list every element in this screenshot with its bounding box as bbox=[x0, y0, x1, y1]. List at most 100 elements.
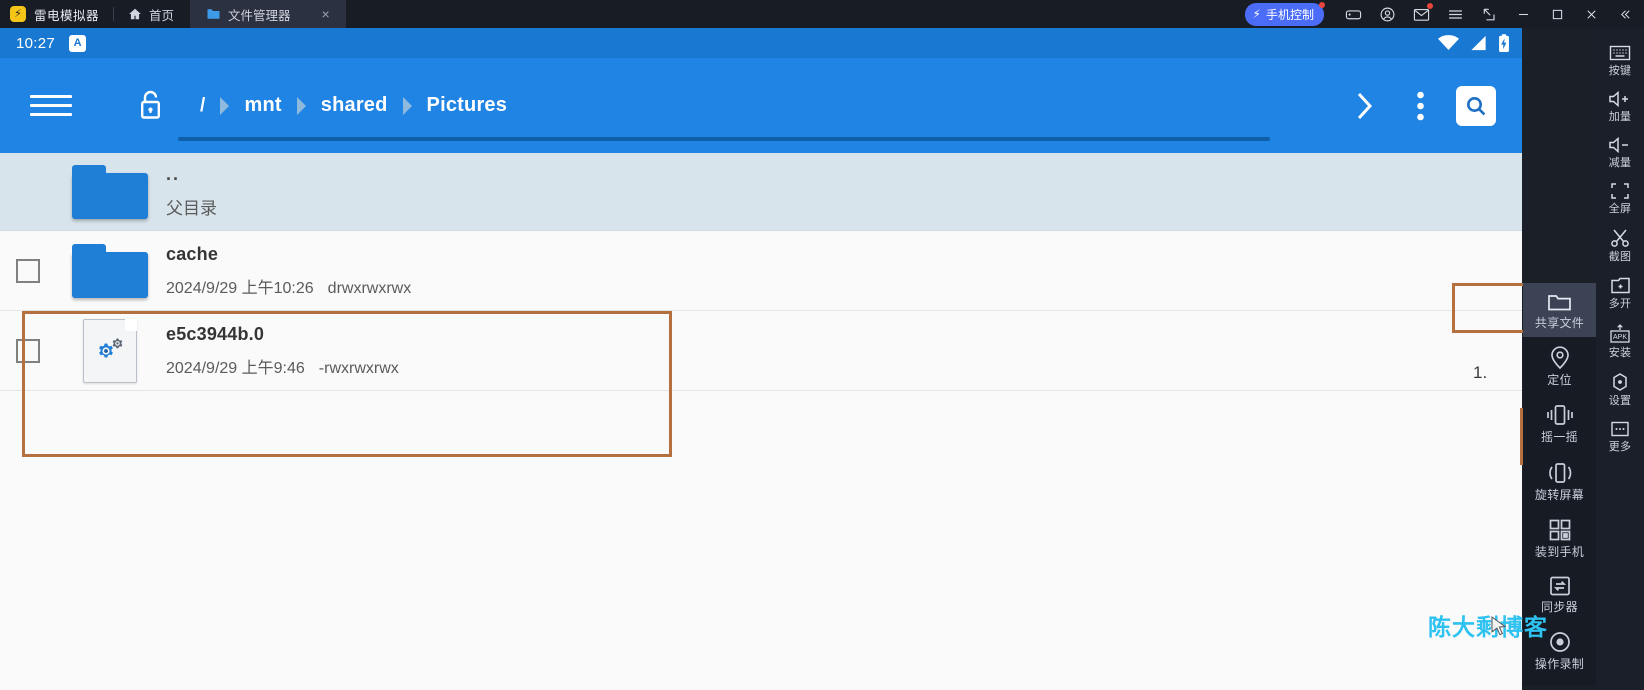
parent-dir-meta: .. 父目录 bbox=[164, 164, 1522, 219]
sidebar-item-keys[interactable]: 按键 bbox=[1596, 38, 1644, 82]
folder-icon bbox=[56, 164, 164, 219]
brand-name: 雷电模拟器 bbox=[34, 8, 100, 23]
more-vertical-icon[interactable] bbox=[1392, 76, 1448, 136]
config-file-icon bbox=[56, 318, 164, 383]
sidebar-item-more[interactable]: 更多 bbox=[1596, 414, 1644, 458]
tab-file-manager-label: 文件管理器 bbox=[228, 8, 291, 23]
brand-area: ⚡ 雷电模拟器 bbox=[0, 0, 113, 28]
popup-item-install-to-phone[interactable]: 装到手机 bbox=[1523, 509, 1596, 566]
window-title-bar: ⚡ 雷电模拟器 首页 文件管理器 × ⚡ 手机控制 bbox=[0, 0, 1644, 28]
chevron-right-icon bbox=[218, 96, 231, 115]
emulator-window: ⚡ 雷电模拟器 首页 文件管理器 × ⚡ 手机控制 10:27 A / mnt … bbox=[0, 0, 1644, 690]
minimize-icon[interactable] bbox=[1506, 0, 1540, 28]
forward-nav-icon[interactable] bbox=[1336, 76, 1392, 136]
tab-home-label: 首页 bbox=[149, 8, 175, 23]
list-item-parent-dir[interactable]: .. 父目录 bbox=[0, 153, 1522, 231]
sidebar-item-label: 按键 bbox=[1608, 65, 1632, 77]
chevron-right-icon bbox=[295, 96, 308, 115]
input-method-badge: A bbox=[69, 34, 87, 52]
ld-logo-icon: ⚡ bbox=[10, 6, 26, 22]
signal-icon bbox=[1469, 35, 1488, 51]
collapse-icon[interactable] bbox=[1608, 0, 1642, 28]
folder-icon bbox=[206, 8, 221, 20]
bolt-icon: ⚡ bbox=[1252, 7, 1261, 21]
sidebar-item-label: 更多 bbox=[1608, 440, 1632, 453]
popup-item-label: 共享文件 bbox=[1534, 316, 1585, 330]
search-icon bbox=[1456, 85, 1496, 126]
row-meta: e5c3944b.0 2024/9/29 上午9:46 -rwxrwxrwx bbox=[164, 324, 1522, 378]
breadcrumb-item-root[interactable]: / bbox=[198, 95, 207, 117]
row-checkbox-e5c3944b[interactable] bbox=[0, 338, 56, 363]
breadcrumb: / mnt shared Pictures bbox=[198, 94, 509, 117]
table-row[interactable]: cache 2024/9/29 上午10:26 drwxrwxrwx bbox=[0, 231, 1522, 311]
notification-dot bbox=[1427, 3, 1433, 9]
breadcrumb-item-mnt[interactable]: mnt bbox=[242, 94, 283, 117]
hamburger-icon[interactable] bbox=[30, 95, 72, 116]
file-details: 2024/9/29 上午10:26 drwxrwxrwx bbox=[166, 274, 1522, 298]
popup-item-label: 旋转屏幕 bbox=[1534, 487, 1585, 502]
popup-item-label: 操作录制 bbox=[1534, 657, 1585, 672]
file-date: 2024/9/29 上午9:46 bbox=[166, 359, 305, 377]
chevron-right-icon bbox=[401, 96, 414, 115]
parent-dir-name: .. bbox=[166, 164, 181, 184]
wifi-icon bbox=[1438, 35, 1459, 51]
file-name: e5c3944b.0 bbox=[166, 323, 265, 344]
sidebar-item-label: 加量 bbox=[1608, 111, 1632, 124]
tab-file-manager[interactable]: 文件管理器 × bbox=[190, 0, 346, 28]
sidebar-item-label: 截图 bbox=[1608, 251, 1632, 264]
sidebar-item-screenshot[interactable]: 截图 bbox=[1596, 222, 1644, 268]
close-icon[interactable]: × bbox=[322, 7, 330, 21]
account-icon[interactable] bbox=[1370, 0, 1404, 28]
breadcrumb-underline bbox=[178, 137, 1270, 141]
close-icon[interactable] bbox=[1574, 0, 1608, 28]
home-icon bbox=[128, 7, 142, 21]
sidebar-item-label: 安装 bbox=[1608, 346, 1632, 359]
sidebar-item-label: 全屏 bbox=[1608, 203, 1632, 216]
mouse-cursor bbox=[1491, 616, 1507, 636]
popup-item-location[interactable]: 定位 bbox=[1523, 337, 1596, 394]
battery-charging-icon bbox=[1498, 33, 1510, 53]
popup-item-shared-files[interactable]: 共享文件 bbox=[1523, 283, 1596, 338]
sidebar-item-label: 多开 bbox=[1608, 298, 1632, 311]
maximize-icon[interactable] bbox=[1540, 0, 1574, 28]
status-time: 10:27 bbox=[16, 34, 56, 52]
file-list: .. 父目录 cache 2024/9/29 上午10:26 drwxrwxrwx bbox=[0, 153, 1522, 690]
checkbox-placeholder bbox=[0, 180, 56, 204]
file-permissions: drwxrwxrwx bbox=[327, 279, 412, 297]
tab-home[interactable]: 首页 bbox=[114, 0, 190, 28]
sidebar-item-multi-instance[interactable]: 多开 bbox=[1596, 270, 1644, 315]
breadcrumb-item-shared[interactable]: shared bbox=[319, 94, 390, 117]
row-checkbox-cache[interactable] bbox=[0, 258, 56, 283]
search-button[interactable] bbox=[1448, 76, 1504, 136]
popup-item-label: 装到手机 bbox=[1534, 544, 1585, 559]
table-row[interactable]: e5c3944b.0 2024/9/29 上午9:46 -rwxrwxrwx bbox=[0, 311, 1522, 391]
file-name: cache bbox=[166, 243, 219, 264]
android-status-bar: 10:27 A bbox=[0, 28, 1522, 58]
folder-icon bbox=[56, 243, 164, 298]
popup-item-label: 摇一摇 bbox=[1541, 430, 1578, 445]
sidebar-item-label: 设置 bbox=[1608, 394, 1632, 407]
sidebar-item-settings[interactable]: 设置 bbox=[1596, 366, 1644, 412]
svg-text:APK: APK bbox=[1613, 334, 1627, 341]
sidebar-item-fullscreen[interactable]: 全屏 bbox=[1596, 176, 1644, 220]
popup-item-rotate-screen[interactable]: 旋转屏幕 bbox=[1523, 452, 1596, 509]
file-date: 2024/9/29 上午10:26 bbox=[166, 279, 314, 297]
watermark: 陈大剩博客 bbox=[1428, 614, 1548, 640]
row-meta: cache 2024/9/29 上午10:26 drwxrwxrwx bbox=[164, 244, 1522, 298]
breadcrumb-item-pictures[interactable]: Pictures bbox=[425, 94, 510, 117]
sidebar-item-volume-up[interactable]: 加量 bbox=[1596, 84, 1644, 128]
titlebar-spacer bbox=[346, 0, 1245, 28]
menu-icon[interactable] bbox=[1438, 0, 1472, 28]
sidebar-item-install-apk[interactable]: APK 安装 bbox=[1596, 318, 1644, 364]
popup-item-shake[interactable]: 摇一摇 bbox=[1523, 394, 1596, 451]
sidebar-item-volume-down[interactable]: 减量 bbox=[1596, 130, 1644, 174]
restore-window-icon[interactable] bbox=[1472, 0, 1506, 28]
notification-dot bbox=[1319, 1, 1325, 8]
unlocked-lock-icon[interactable] bbox=[130, 89, 170, 123]
annotation-step-number: 1. bbox=[1473, 363, 1488, 382]
phone-control-button[interactable]: ⚡ 手机控制 bbox=[1244, 1, 1325, 26]
sidebar-item-label: 减量 bbox=[1608, 157, 1632, 170]
popup-item-label: 定位 bbox=[1547, 373, 1572, 388]
mail-icon[interactable] bbox=[1404, 0, 1438, 28]
gamepad-icon[interactable] bbox=[1336, 0, 1370, 28]
